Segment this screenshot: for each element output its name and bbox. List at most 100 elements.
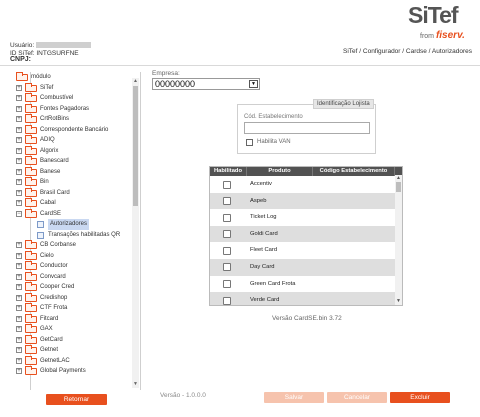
module-tree: módulo + SiTef + Combustível + Fontes Pagador… <box>10 72 141 390</box>
habilitado-checkbox[interactable] <box>223 197 231 206</box>
codigo-estabelecimento-cell[interactable] <box>313 242 395 259</box>
cod-estabelecimento-input[interactable] <box>244 122 370 134</box>
scroll-up-icon[interactable]: ▲ <box>132 78 139 85</box>
tree-item[interactable]: − CardSE <box>10 208 140 220</box>
tree-item[interactable]: + Fontes Pagadoras <box>10 103 140 115</box>
scroll-down-icon[interactable]: ▼ <box>395 298 402 305</box>
scroll-up-icon[interactable]: ▲ <box>395 175 402 182</box>
expand-icon[interactable]: + <box>16 168 22 175</box>
tree-item-label: SiTef <box>40 84 54 91</box>
expand-icon[interactable]: + <box>16 305 22 311</box>
expand-icon[interactable]: + <box>16 84 22 91</box>
tree-item[interactable]: + Convcard <box>10 271 140 283</box>
expand-icon[interactable]: + <box>16 273 22 280</box>
folder-icon <box>25 334 37 344</box>
folder-icon <box>25 355 37 365</box>
tree-item[interactable]: + Bin <box>10 177 140 188</box>
codigo-estabelecimento-cell[interactable] <box>313 193 395 210</box>
habilita-van-checkbox[interactable] <box>246 139 253 146</box>
codigo-estabelecimento-cell[interactable] <box>313 209 395 226</box>
expand-icon[interactable]: + <box>16 189 22 196</box>
expand-icon[interactable]: + <box>16 105 22 112</box>
expand-icon[interactable]: + <box>16 294 22 301</box>
tree-item[interactable]: + GetCard <box>10 334 140 346</box>
tree-item[interactable]: + Banescard <box>10 156 140 167</box>
codigo-estabelecimento-cell[interactable] <box>313 276 395 293</box>
tree-item[interactable]: + Cielo <box>10 250 140 262</box>
codigo-estabelecimento-cell[interactable] <box>313 226 395 243</box>
expand-icon[interactable]: + <box>16 137 22 143</box>
expand-icon[interactable]: + <box>16 200 22 206</box>
expand-icon[interactable]: + <box>16 147 22 154</box>
tree-item[interactable]: + Credishop <box>10 292 140 304</box>
chevron-down-icon[interactable]: ▼ <box>249 80 258 88</box>
tree-item-label: Banese <box>40 168 61 175</box>
col-codigo-estabelecimento: Código Estabelecimento <box>313 167 395 176</box>
expand-icon[interactable]: + <box>16 116 22 122</box>
codigo-estabelecimento-cell[interactable] <box>313 292 395 305</box>
tree-scroll-thumb[interactable] <box>133 86 138 206</box>
tree-item[interactable]: + ADIQ <box>10 135 140 146</box>
tree-item[interactable]: + Algorix <box>10 145 140 157</box>
tree-item[interactable]: + GAX <box>10 324 140 335</box>
tree-item[interactable]: + Conductor <box>10 261 140 272</box>
expand-icon[interactable]: + <box>16 126 22 133</box>
tree-item[interactable]: + Banese <box>10 166 140 178</box>
codigo-estabelecimento-cell[interactable] <box>313 176 395 193</box>
tree-scrollbar[interactable]: ▲ ▼ <box>132 78 139 388</box>
habilitado-checkbox[interactable] <box>223 263 231 272</box>
scroll-down-icon[interactable]: ▼ <box>132 381 139 388</box>
expand-icon[interactable]: + <box>16 326 22 332</box>
expand-icon[interactable]: + <box>16 357 22 364</box>
habilitado-checkbox[interactable] <box>223 230 231 239</box>
excluir-button[interactable]: Excluir <box>390 392 450 403</box>
tree-child-item[interactable]: Autorizadores <box>10 219 140 230</box>
tree-item[interactable]: + Combustível <box>10 93 140 104</box>
habilitado-checkbox[interactable] <box>223 213 231 222</box>
expand-icon[interactable]: + <box>16 95 22 101</box>
tree-item[interactable]: + CB Corbanse <box>10 240 140 251</box>
tree-item[interactable]: + Brasil Card <box>10 187 140 199</box>
produto-cell: Verde Card <box>250 297 280 304</box>
table-row: Verde Card <box>210 292 402 305</box>
codigo-estabelecimento-cell[interactable] <box>313 259 395 276</box>
expand-icon[interactable]: + <box>16 284 22 290</box>
expand-icon[interactable]: + <box>16 336 22 343</box>
tree-item[interactable]: + Global Payments <box>10 366 140 377</box>
tree-child-item[interactable]: Transações habilitadas QR <box>10 230 140 241</box>
col-habilitado: Habilitado <box>210 167 247 176</box>
tree-item[interactable]: + GetnetLAC <box>10 355 140 367</box>
collapse-icon[interactable]: − <box>16 210 22 217</box>
tree-item[interactable]: + Correspondente Bancário <box>10 124 140 136</box>
expand-icon[interactable]: + <box>16 179 22 185</box>
tree-item[interactable]: + Fitcard <box>10 313 140 325</box>
habilitado-checkbox[interactable] <box>223 180 231 189</box>
habilitado-cell <box>210 242 247 259</box>
expand-icon[interactable]: + <box>16 252 22 259</box>
tree-item[interactable]: + Cooper Cred <box>10 282 140 293</box>
grid-scroll-thumb[interactable] <box>396 182 401 192</box>
habilitado-checkbox[interactable] <box>223 280 231 289</box>
tree-item-label: Correspondente Bancário <box>40 126 109 133</box>
cancelar-button[interactable]: Cancelar <box>327 392 387 403</box>
expand-icon[interactable]: + <box>16 242 22 248</box>
folder-icon <box>25 187 37 197</box>
expand-icon[interactable]: + <box>16 368 22 374</box>
expand-icon[interactable]: + <box>16 347 22 353</box>
tree-item[interactable]: + SiTef <box>10 82 140 94</box>
folder-icon <box>25 324 37 333</box>
retornar-button[interactable]: Retornar <box>46 394 107 405</box>
empresa-select[interactable]: 00000000 ▼ <box>152 78 260 90</box>
expand-icon[interactable]: + <box>16 263 22 269</box>
habilitado-checkbox[interactable] <box>223 296 231 305</box>
tree-item[interactable]: + Getnet <box>10 345 140 356</box>
expand-icon[interactable]: + <box>16 158 22 164</box>
tree-item[interactable]: + CrtRotBins <box>10 114 140 125</box>
expand-icon[interactable]: + <box>16 315 22 322</box>
habilitado-checkbox[interactable] <box>223 246 231 255</box>
grid-scrollbar[interactable]: ▲ ▼ <box>395 175 402 305</box>
tree-item[interactable]: + Cabal <box>10 198 140 209</box>
tree-root[interactable]: módulo <box>10 72 140 83</box>
tree-item[interactable]: + CTF Frota <box>10 303 140 314</box>
salvar-button[interactable]: Salvar <box>264 392 324 403</box>
